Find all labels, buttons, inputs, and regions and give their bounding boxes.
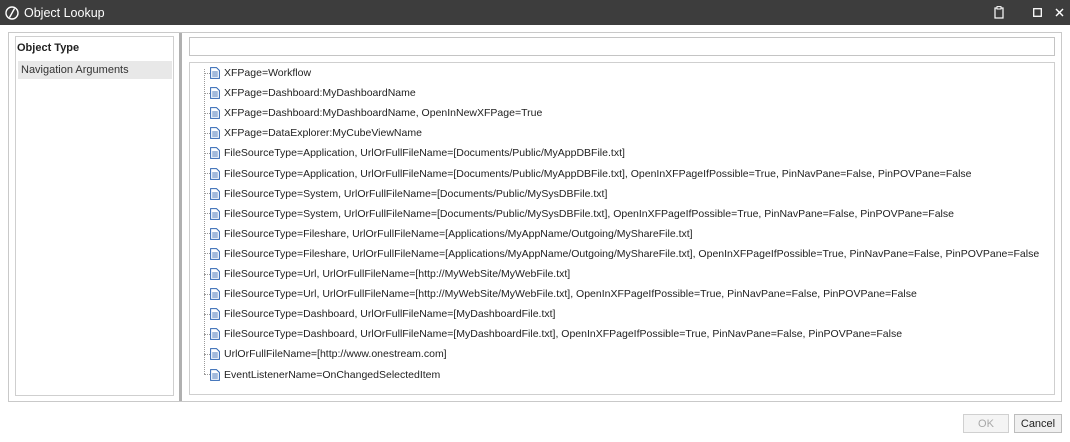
search-input[interactable] (189, 37, 1055, 56)
close-icon[interactable] (1048, 0, 1070, 25)
list-item-label: FileSourceType=Fileshare, UrlOrFullFileN… (224, 247, 1040, 260)
document-icon (210, 167, 220, 180)
list-item[interactable]: FileSourceType=Application, UrlOrFullFil… (204, 166, 972, 182)
list-item-label: EventListenerName=OnChangedSelectedItem (224, 368, 441, 381)
list-item-label: XFPage=Dashboard:MyDashboardName (224, 87, 416, 100)
document-icon (210, 268, 220, 280)
list-item[interactable]: XFPage=Dashboard:MyDashboardName, OpenIn… (204, 105, 542, 121)
document-icon (210, 187, 220, 200)
document-icon (210, 247, 220, 260)
window-controls (988, 0, 1070, 25)
document-icon (210, 107, 220, 120)
list-item[interactable]: XFPage=Workflow (204, 65, 311, 81)
list-item-label: FileSourceType=Fileshare, UrlOrFullFileN… (224, 227, 693, 240)
list-item[interactable]: FileSourceType=Dashboard, UrlOrFullFileN… (204, 306, 555, 322)
list-item-label: FileSourceType=Dashboard, UrlOrFullFileN… (224, 328, 903, 341)
document-icon (210, 207, 220, 220)
object-type-heading: Object Type (17, 42, 80, 54)
list-item-label: XFPage=Workflow (224, 67, 312, 79)
document-icon (210, 348, 220, 361)
document-icon (210, 328, 220, 341)
document-icon (210, 368, 220, 381)
list-item[interactable]: FileSourceType=Application, UrlOrFullFil… (204, 145, 625, 161)
list-item[interactable]: XFPage=DataExplorer:MyCubeViewName (204, 125, 422, 141)
window-title: Object Lookup (24, 5, 105, 20)
list-item[interactable]: FileSourceType=System, UrlOrFullFileName… (204, 186, 607, 202)
document-icon (210, 127, 220, 140)
list-item-label: FileSourceType=Url, UrlOrFullFileName=[h… (224, 288, 917, 301)
list-item[interactable]: UrlOrFullFileName=[http://www.onestream.… (204, 346, 447, 362)
list-item-label: FileSourceType=Application, UrlOrFullFil… (224, 167, 972, 180)
list-item[interactable]: FileSourceType=Fileshare, UrlOrFullFileN… (204, 226, 693, 242)
cancel-button[interactable]: Cancel (1014, 414, 1062, 433)
object-type-panel: Object Type Navigation Arguments (15, 36, 174, 396)
list-item[interactable]: FileSourceType=Fileshare, UrlOrFullFileN… (204, 246, 1039, 262)
object-type-item-navigation-arguments[interactable]: Navigation Arguments (18, 61, 172, 79)
list-item-label: XFPage=Dashboard:MyDashboardName, OpenIn… (224, 107, 543, 120)
list-item[interactable]: FileSourceType=Dashboard, UrlOrFullFileN… (204, 326, 902, 342)
document-icon (210, 288, 220, 300)
panel-splitter[interactable] (179, 33, 182, 401)
list-item-label: FileSourceType=Url, UrlOrFullFileName=[h… (224, 268, 571, 280)
clipboard-icon[interactable] (988, 0, 1010, 25)
document-icon (210, 67, 220, 79)
document-icon (210, 147, 220, 160)
ok-button[interactable]: OK (963, 414, 1009, 433)
list-item[interactable]: XFPage=Dashboard:MyDashboardName (204, 85, 416, 101)
onestream-logo-icon (4, 5, 20, 21)
document-icon (210, 87, 220, 99)
list-item[interactable]: FileSourceType=Url, UrlOrFullFileName=[h… (204, 286, 917, 302)
list-item-label: FileSourceType=System, UrlOrFullFileName… (224, 207, 954, 220)
document-icon (210, 227, 220, 240)
title-bar: Object Lookup (0, 0, 1070, 25)
list-item-label: FileSourceType=System, UrlOrFullFileName… (224, 187, 608, 200)
list-item-label: UrlOrFullFileName=[http://www.onestream.… (224, 348, 447, 361)
list-item[interactable]: EventListenerName=OnChangedSelectedItem (204, 367, 440, 383)
dialog-body: Object Type Navigation Arguments XFPage=… (8, 32, 1062, 402)
list-item[interactable]: FileSourceType=Url, UrlOrFullFileName=[h… (204, 266, 570, 282)
document-icon (210, 308, 220, 321)
list-item-label: FileSourceType=Dashboard, UrlOrFullFileN… (224, 308, 556, 321)
list-item-label: FileSourceType=Application, UrlOrFullFil… (224, 147, 625, 160)
list-item-label: XFPage=DataExplorer:MyCubeViewName (224, 127, 422, 140)
navigation-arguments-list: XFPage=Workflow XFPage=Dashboard:MyDashbo… (189, 62, 1055, 395)
list-item[interactable]: FileSourceType=System, UrlOrFullFileName… (204, 206, 954, 222)
maximize-icon[interactable] (1026, 0, 1048, 25)
